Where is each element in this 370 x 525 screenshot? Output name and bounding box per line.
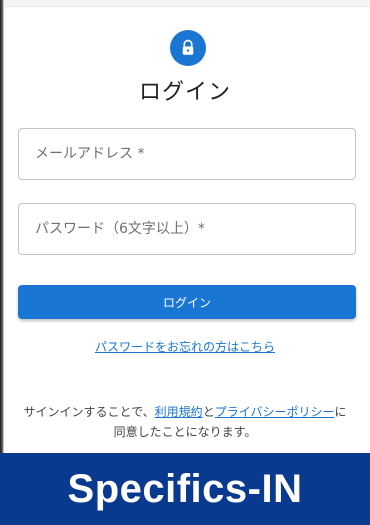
terms-and: と [202,405,215,419]
top-divider [0,0,370,7]
privacy-policy-link[interactable]: プライバシーポリシー [215,405,335,419]
brand-banner: Specifics-IN [0,453,370,525]
email-input[interactable] [33,145,355,163]
password-field[interactable] [18,203,356,255]
terms-of-service-link[interactable]: 利用規約 [155,405,203,419]
lock-icon-glyph [182,39,194,55]
left-edge-shadow [0,0,4,453]
forgot-password-link[interactable]: パスワードをお忘れの方はこちら [0,338,370,355]
lock-icon [170,30,206,66]
brand-banner-text: Specifics-IN [67,466,303,511]
terms-notice: サインインすることで、利用規約とプライバシーポリシーに同意したことになります。 [20,402,350,442]
terms-prefix: サインインすることで、 [23,405,155,419]
page-title: ログイン [138,80,231,105]
password-input[interactable] [33,220,355,238]
email-field[interactable] [18,128,356,180]
login-button[interactable]: ログイン [18,285,356,319]
